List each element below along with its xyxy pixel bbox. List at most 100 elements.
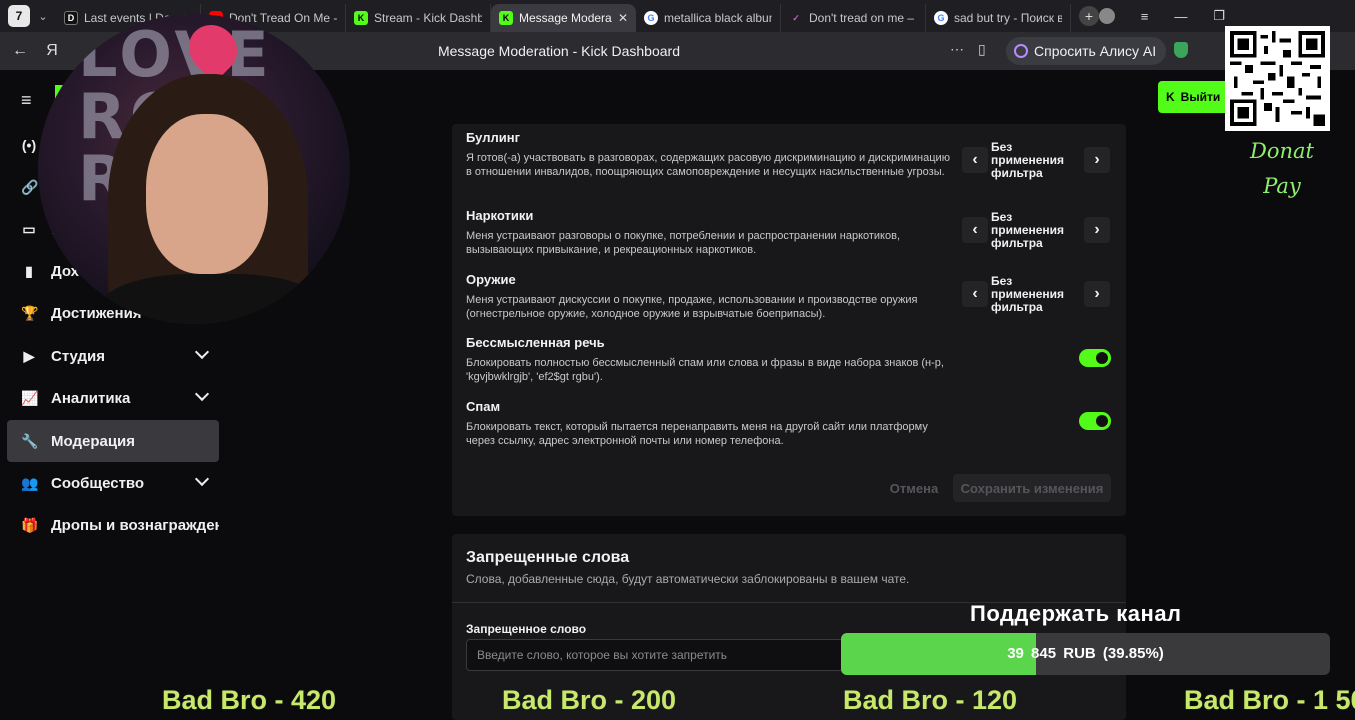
exit-label: Выйти xyxy=(1180,90,1221,104)
chevron-down-icon[interactable] xyxy=(194,471,210,487)
streamer-shirt xyxy=(98,274,328,324)
menu-icon[interactable]: ≡ xyxy=(1141,9,1149,24)
sidebar-item-moderation[interactable]: 🔧 Модерация xyxy=(7,420,219,462)
support-channel-title: Поддержать канал xyxy=(970,601,1182,626)
webcam-overlay: LOVEROGR xyxy=(38,14,350,324)
tab-dont-tread[interactable]: ✓ Don't tread on me – xyxy=(781,4,926,32)
rule-spam: Спам Блокировать текст, который пытается… xyxy=(466,399,956,448)
save-changes-button[interactable]: Сохранить изменения xyxy=(953,474,1111,502)
banned-word-input[interactable] xyxy=(466,639,846,671)
link-icon: 🔗 xyxy=(21,178,39,195)
streamer-face xyxy=(146,114,268,274)
ask-alice-button[interactable]: Спросить Алису AI xyxy=(1006,37,1167,65)
kick-favicon-icon: K xyxy=(499,11,513,25)
tab-title: Don't tread on me – xyxy=(809,11,915,25)
kick-favicon-icon: K xyxy=(354,11,368,25)
cancel-button[interactable]: Отмена xyxy=(874,474,954,502)
users-icon: 👥 xyxy=(21,474,39,491)
window-controls: ≡ — ❐ xyxy=(1098,0,1225,32)
banned-words-subtitle: Слова, добавленные сюда, будут автоматич… xyxy=(466,572,910,586)
rule-drugs: Наркотики Меня устраивают разговоры о по… xyxy=(466,208,956,257)
toggle-knob xyxy=(1096,415,1108,427)
tab-title: Message Moderati xyxy=(519,11,612,25)
banned-words-title: Запрещенные слова xyxy=(466,549,630,566)
tab-title: Stream - Kick Dashb xyxy=(374,11,482,25)
close-icon[interactable]: ✕ xyxy=(618,11,628,25)
progress-text: 39 845 RUB (39.85%) xyxy=(1007,645,1164,662)
sidebar-item-community[interactable]: 👥 Сообщество xyxy=(7,462,219,504)
qr-code-graphic xyxy=(1230,31,1325,126)
donation-ticker: Bad Bro - 420 Bad Bro - 200 Bad Bro - 12… xyxy=(0,683,1355,720)
filter-level: Без применения фильтра xyxy=(991,209,1065,250)
gibberish-toggle[interactable] xyxy=(1079,349,1111,367)
chevron-right-icon[interactable]: › xyxy=(1084,217,1110,243)
bullying-filter-selector: ‹ Без применения фильтра › xyxy=(962,138,1110,182)
filter-level: Без применения фильтра xyxy=(991,273,1065,314)
donat-favicon-icon: D xyxy=(64,11,78,25)
google-favicon-icon: G xyxy=(644,11,658,25)
minimize-icon[interactable]: — xyxy=(1174,9,1187,24)
sidebar-item-label: Модерация xyxy=(51,432,136,450)
chevron-down-icon[interactable] xyxy=(194,386,210,402)
gift-icon: 🎁 xyxy=(21,516,39,533)
tab-google-sad-but-true[interactable]: G sad but try - Поиск в xyxy=(926,4,1071,32)
rule-description: Блокировать полностью бессмысленный спам… xyxy=(466,357,944,383)
donatpay-line1: Donat xyxy=(1250,139,1314,163)
tab-title: sad but try - Поиск в xyxy=(954,11,1062,25)
rule-description: Блокировать текст, который пытается пере… xyxy=(466,421,928,447)
spam-toggle[interactable] xyxy=(1079,412,1111,430)
play-icon: ▶ xyxy=(23,347,35,364)
restore-icon[interactable]: ❐ xyxy=(1213,8,1225,24)
tab-title: metallica black albun xyxy=(664,11,772,25)
donation-progress-bar: 39 845 RUB (39.85%) xyxy=(841,633,1330,675)
ticker-item: Bad Bro - 1 50 xyxy=(1184,685,1355,715)
sidebar-item-drops[interactable]: 🎁 Дропы и вознаграждени xyxy=(7,504,219,546)
chevron-left-icon[interactable]: ‹ xyxy=(962,217,988,243)
bookmark-icon[interactable]: ▯ xyxy=(978,41,986,58)
chart-icon: 📈 xyxy=(21,389,39,406)
chevron-down-icon[interactable] xyxy=(194,344,210,360)
window-icon: ▭ xyxy=(22,220,36,237)
broadcast-icon: (•) xyxy=(21,137,37,153)
tab-message-moderation[interactable]: K Message Moderati ✕ xyxy=(491,4,636,32)
tab-counter-badge[interactable]: 7 xyxy=(8,5,30,27)
donation-qr-code xyxy=(1225,26,1330,131)
chevron-left-icon[interactable]: ‹ xyxy=(962,147,988,173)
trophy-icon: 🏆 xyxy=(21,304,39,321)
moderation-settings-card: Буллинг Я готов(-а) участвовать в разгов… xyxy=(452,124,1126,516)
alice-icon xyxy=(1014,44,1028,58)
chevron-down-icon[interactable]: ⌄ xyxy=(30,10,56,23)
revenue-icon: ▮ xyxy=(25,262,33,279)
rule-gibberish: Бессмысленная речь Блокировать полностью… xyxy=(466,335,956,384)
profile-avatar-icon[interactable] xyxy=(1098,8,1115,24)
wrench-icon: 🔧 xyxy=(21,432,39,449)
more-dots-icon[interactable]: ⋯ xyxy=(950,41,964,58)
rule-bullying: Буллинг Я готов(-а) участвовать в разгов… xyxy=(466,130,956,179)
check-favicon-icon: ✓ xyxy=(792,12,800,23)
rule-title: Спам xyxy=(466,399,501,414)
filter-level: Без применения фильтра xyxy=(991,139,1065,180)
chevron-right-icon[interactable]: › xyxy=(1084,147,1110,173)
donatpay-brand: Donat Pay xyxy=(1242,134,1322,204)
sidebar-item-label: Дропы и вознаграждени xyxy=(51,516,219,534)
ticker-item: Bad Bro - 420 xyxy=(162,685,337,715)
sidebar-item-label: Сообщество xyxy=(51,474,145,492)
rule-title: Оружие xyxy=(466,272,516,287)
sidebar-item-label: Аналитика xyxy=(51,389,131,407)
sidebar-item-analytics[interactable]: 📈 Аналитика xyxy=(7,377,219,419)
address-actions: ⋯ ▯ xyxy=(950,41,986,58)
tab-kick-stream[interactable]: K Stream - Kick Dashb xyxy=(346,4,491,32)
new-tab-plus-icon[interactable]: + xyxy=(1079,6,1099,26)
drugs-filter-selector: ‹ Без применения фильтра › xyxy=(962,208,1110,252)
sidebar-item-studio[interactable]: ▶ Студия xyxy=(7,335,219,377)
hamburger-menu-icon[interactable]: ≡ xyxy=(21,90,32,111)
chevron-right-icon[interactable]: › xyxy=(1084,281,1110,307)
shield-icon[interactable] xyxy=(1174,42,1188,58)
ask-alice-label: Спросить Алису AI xyxy=(1034,43,1157,59)
rule-description: Меня устраивают дискуссии о покупке, про… xyxy=(466,294,918,320)
rule-description: Я готов(-а) участвовать в разговорах, со… xyxy=(466,152,950,178)
ticker-item: Bad Bro - 120 xyxy=(843,685,1018,715)
ticker-item: Bad Bro - 200 xyxy=(502,685,677,715)
tab-google-metallica[interactable]: G metallica black albun xyxy=(636,4,781,32)
chevron-left-icon[interactable]: ‹ xyxy=(962,281,988,307)
